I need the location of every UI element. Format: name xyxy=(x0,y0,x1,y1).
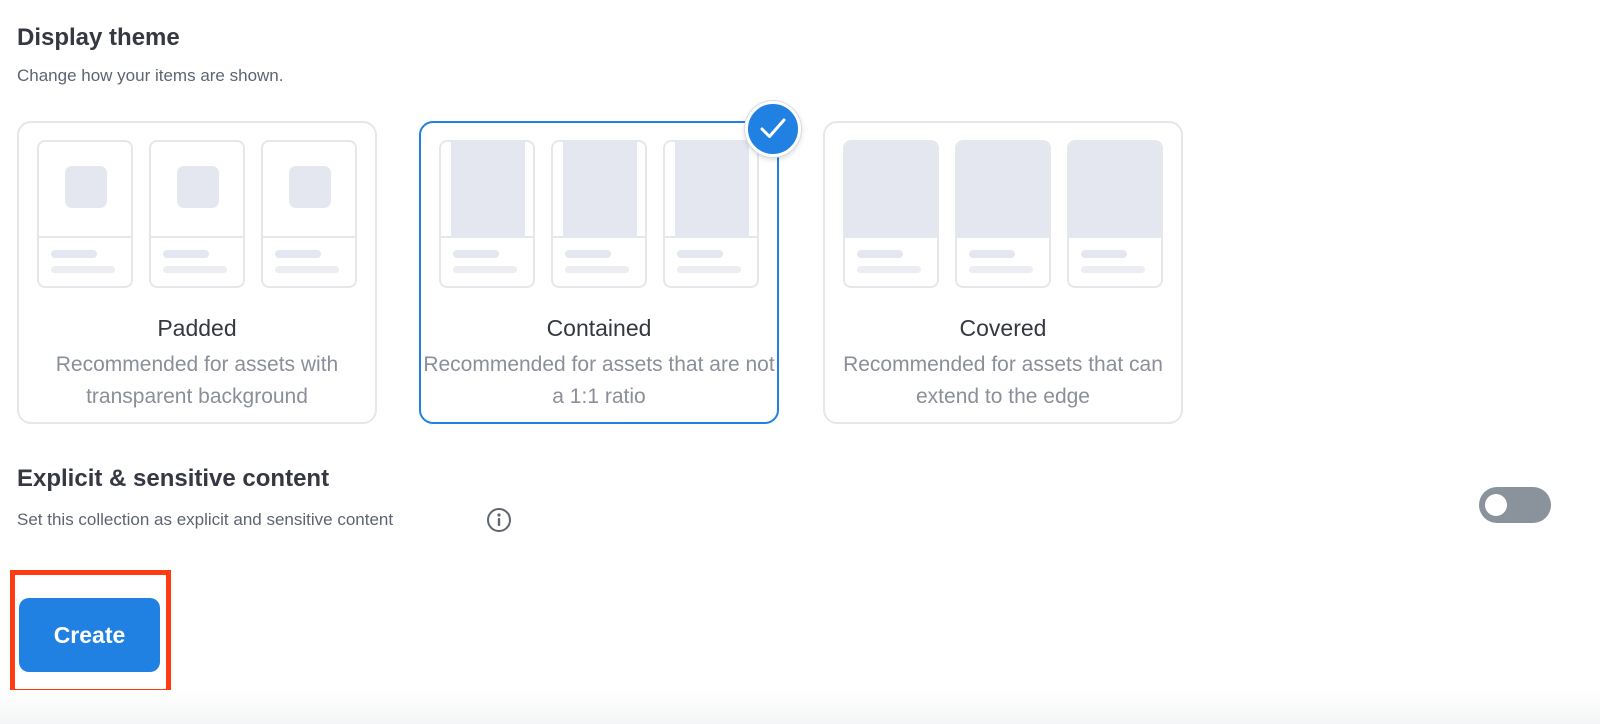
covered-preview-tile xyxy=(955,140,1051,288)
theme-option-contained[interactable]: Contained Recommended for assets that ar… xyxy=(419,101,801,424)
covered-preview-tile xyxy=(843,140,939,288)
toggle-knob xyxy=(1485,494,1507,516)
theme-option-padded[interactable]: Padded Recommended for assets with trans… xyxy=(17,121,377,424)
theme-option-description: Recommended for assets that are not a 1:… xyxy=(423,353,775,408)
padded-preview-tile xyxy=(149,140,245,288)
info-icon[interactable] xyxy=(486,507,512,533)
theme-option-description: Recommended for assets that can extend t… xyxy=(843,353,1163,408)
explicit-content-description: Set this collection as explicit and sens… xyxy=(17,510,394,529)
padded-preview-tile xyxy=(37,140,133,288)
contained-preview-tile xyxy=(439,140,535,288)
explicit-content-toggle[interactable] xyxy=(1479,487,1551,523)
covered-preview-tile xyxy=(1067,140,1163,288)
contained-preview-tile xyxy=(663,140,759,288)
display-theme-title: Display theme xyxy=(17,24,180,51)
theme-option-name: Padded xyxy=(157,315,237,341)
padded-preview-tile xyxy=(261,140,357,288)
display-theme-description: Change how your items are shown. xyxy=(17,66,284,85)
bottom-fade xyxy=(0,690,1600,724)
create-button[interactable]: Create xyxy=(19,598,160,672)
contained-preview-tile xyxy=(551,140,647,288)
theme-option-covered[interactable]: Covered Recommended for assets that can … xyxy=(823,121,1183,424)
theme-option-name: Contained xyxy=(546,315,652,341)
explicit-content-title: Explicit & sensitive content xyxy=(17,465,330,492)
theme-option-description: Recommended for assets with transparent … xyxy=(55,353,339,408)
selected-check-icon xyxy=(745,101,801,157)
theme-option-name: Covered xyxy=(959,315,1047,341)
